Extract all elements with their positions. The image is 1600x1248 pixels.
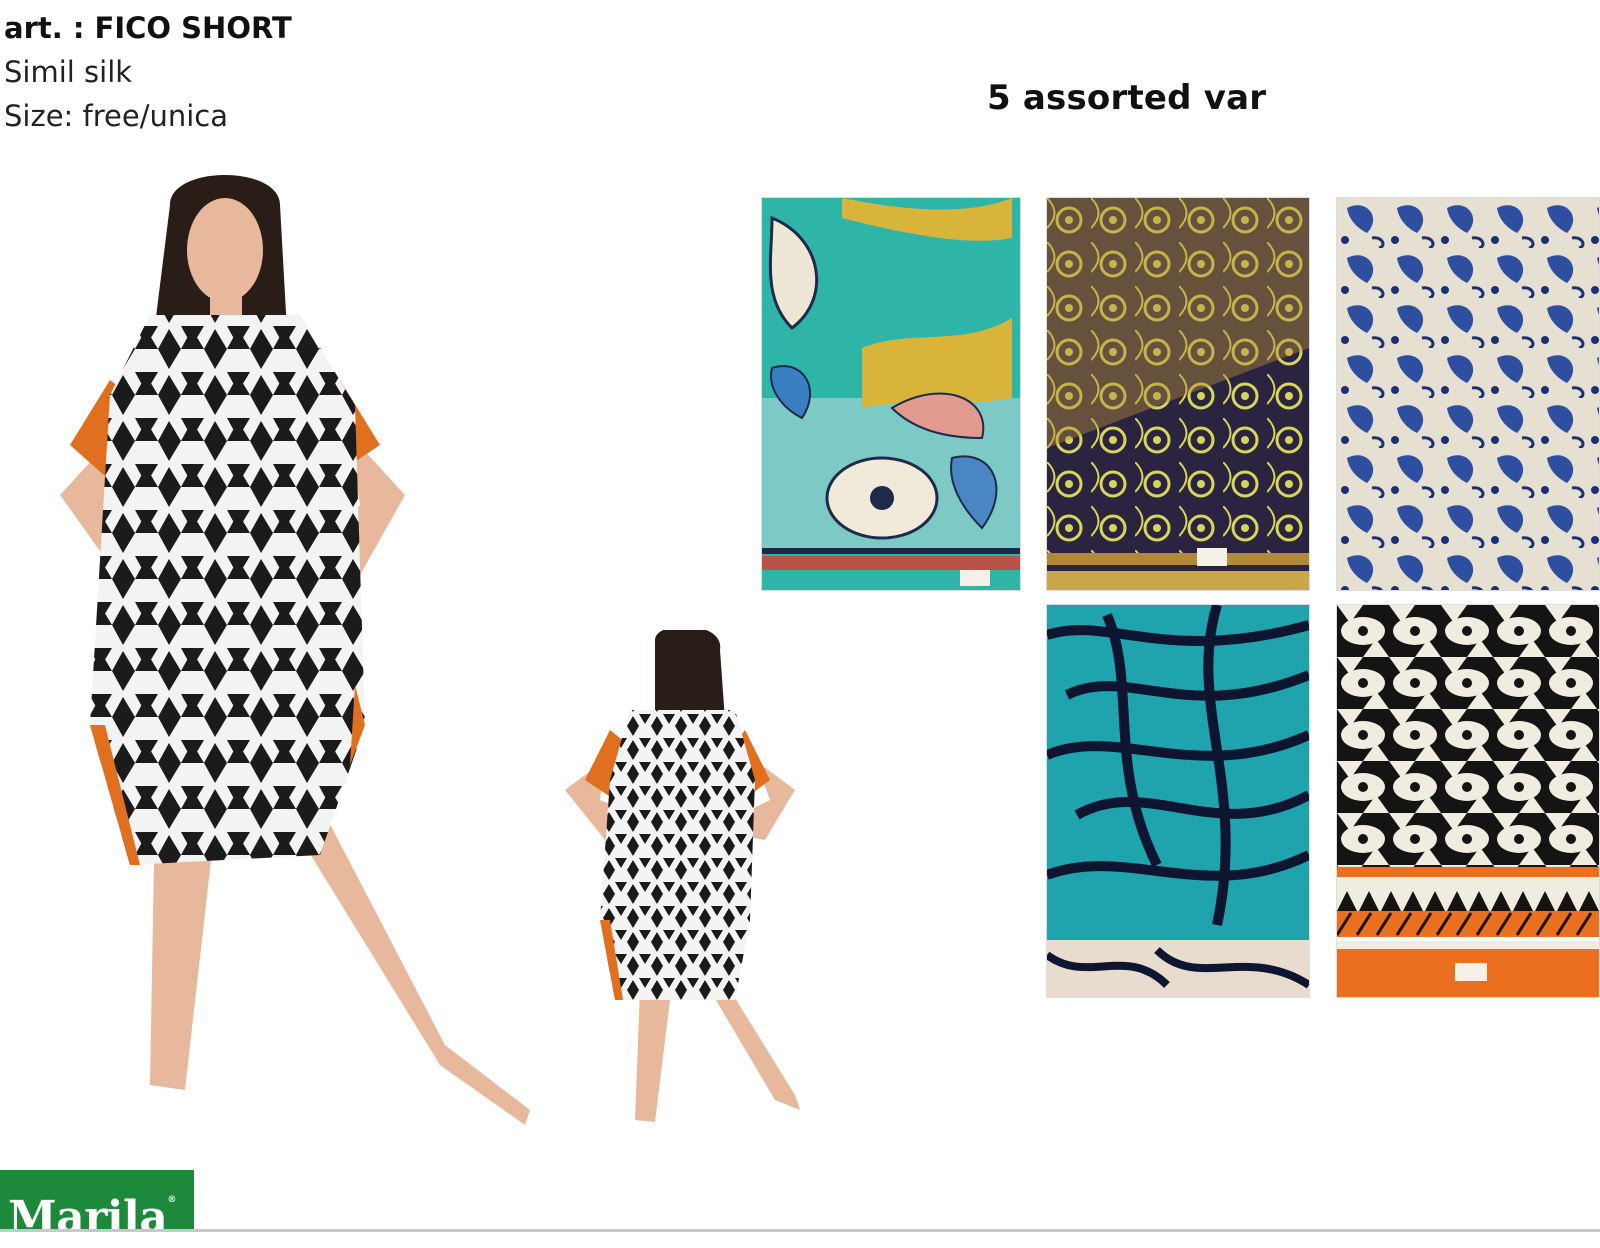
logo-registered-mark: ® [167,1195,176,1205]
article-name: art. : FICO SHORT [4,11,292,45]
marila-logo: Marila® [0,1170,194,1243]
swatch-cream-blue-paisley [1337,198,1599,590]
material-text: Simil silk [4,55,133,89]
swatch-geometric-orange-border [1337,605,1599,997]
size-text: Size: free/unica [4,99,228,133]
swatch-teal-paisley [762,198,1020,590]
variants-title: 5 assorted var [987,78,1267,118]
swatch-teal-zebra [1047,605,1309,997]
model-front-photo [20,165,550,1155]
logo-text: Marila [8,1192,168,1243]
model-back-photo [555,626,835,1150]
product-header: art. : FICO SHORT Simil silk Size: free/… [4,6,292,138]
swatch-navy-yellow-floral [1047,198,1309,590]
